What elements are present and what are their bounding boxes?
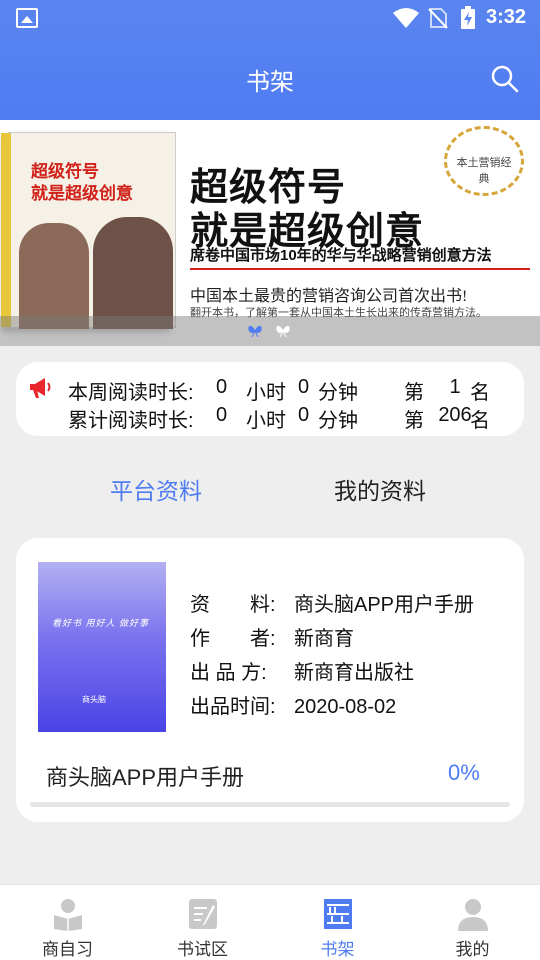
total-minutes-unit: 分钟 <box>318 410 358 432</box>
field-label: 资 料: <box>190 594 276 616</box>
nav-label: 我的 <box>455 940 490 959</box>
book-field-material: 资 料: 商头脑APP用户手册 <box>190 588 474 617</box>
battery-charging-icon <box>461 6 475 29</box>
reading-progress-bar <box>30 802 510 807</box>
field-value: 2020-08-02 <box>294 696 397 718</box>
promo-banner[interactable]: 超级符号 就是超级创意 本土营销经典 超级符号 就是超级创意 席卷中国市场10年… <box>0 120 540 346</box>
field-label: 出 品 方: <box>190 662 267 684</box>
weekly-minutes: 0 <box>298 376 310 398</box>
weekly-hours: 0 <box>216 376 228 398</box>
reading-stats-card: 本周阅读时长: 0 小时 0 分钟 第 1 名 累计阅读时长: 0 小时 0 分… <box>16 362 524 436</box>
nav-item-bookshelf[interactable]: 书架 <box>270 885 405 960</box>
award-seal-icon: 本土营销经典 <box>438 126 530 196</box>
book-card[interactable]: 看好书 用好人 做好事 商头脑 资 料: 商头脑APP用户手册 作 者: 新商育 出… <box>16 538 524 822</box>
weekly-minutes-unit: 分钟 <box>318 382 358 404</box>
reading-progress-text: 0% <box>448 760 480 785</box>
tab-platform-materials[interactable]: 平台资料 <box>110 472 202 506</box>
book-name: 商头脑APP用户手册 <box>46 765 245 790</box>
field-value: 商头脑APP用户手册 <box>294 594 475 616</box>
app-header: 3:32 书架 <box>0 0 540 120</box>
banner-tagline: 中国本土最贵的营销咨询公司首次出书! <box>190 288 468 305</box>
total-rank-suffix: 名 <box>470 410 490 432</box>
weekly-hours-unit: 小时 <box>246 382 286 404</box>
weekly-rank-prefix: 第 <box>404 382 424 404</box>
tab-my-materials[interactable]: 我的资料 <box>334 472 426 506</box>
field-label: 出品时间: <box>190 696 276 718</box>
banner-divider <box>190 268 530 270</box>
field-value: 新商育 <box>294 628 354 650</box>
book-field-date: 出品时间: 2020-08-02 <box>190 690 396 719</box>
page-title: 书架 <box>246 69 294 96</box>
nav-item-trial[interactable]: 书试区 <box>135 885 270 960</box>
carousel-indicator <box>0 316 540 346</box>
field-label: 作 者: <box>190 628 276 650</box>
seal-text: 本土营销经典 <box>456 157 512 185</box>
nav-label: 书试区 <box>177 940 228 959</box>
total-rank-prefix: 第 <box>404 410 424 432</box>
nav-item-study[interactable]: 商自习 <box>0 885 135 960</box>
butterfly-dot-icon[interactable] <box>276 324 290 338</box>
megaphone-icon <box>30 378 51 398</box>
book-field-author: 作 者: 新商育 <box>190 622 354 651</box>
bottom-navigation: 商自习 书试区 书架 我的 <box>0 884 540 960</box>
exam-icon <box>189 899 217 929</box>
total-hours: 0 <box>216 404 228 426</box>
no-sim-icon <box>428 8 448 29</box>
bookshelf-icon <box>324 899 352 929</box>
nav-item-profile[interactable]: 我的 <box>405 885 540 960</box>
banner-subtitle: 席卷中国市场10年的华与华战略营销创意方法 <box>190 247 492 264</box>
nav-label: 书架 <box>320 940 355 959</box>
cover-slogan: 看好书 用好人 做好事 <box>52 618 150 628</box>
person-icon <box>458 899 488 931</box>
status-time: 3:32 <box>486 6 527 28</box>
book-field-publisher: 出 品 方: 新商育出版社 <box>190 656 414 685</box>
field-value: 新商育出版社 <box>294 662 414 684</box>
status-bar: 3:32 <box>0 0 540 36</box>
wifi-icon <box>393 8 419 28</box>
nav-label: 商自习 <box>42 940 93 959</box>
total-label: 累计阅读时长: <box>68 410 194 432</box>
weekly-rank-suffix: 名 <box>470 382 490 404</box>
gallery-icon <box>16 8 38 28</box>
weekly-label: 本周阅读时长: <box>68 382 194 404</box>
banner-book-image: 超级符号 就是超级创意 <box>1 132 176 329</box>
cover-logo: 商头脑 <box>82 695 106 704</box>
book-cover[interactable]: 看好书 用好人 做好事 商头脑 <box>38 562 166 732</box>
total-minutes: 0 <box>298 404 310 426</box>
total-hours-unit: 小时 <box>246 410 286 432</box>
banner-book-title-2: 就是超级创意 <box>31 184 133 203</box>
butterfly-dot-active-icon[interactable] <box>248 324 262 338</box>
reader-icon <box>54 899 82 931</box>
search-icon[interactable] <box>490 64 520 94</box>
